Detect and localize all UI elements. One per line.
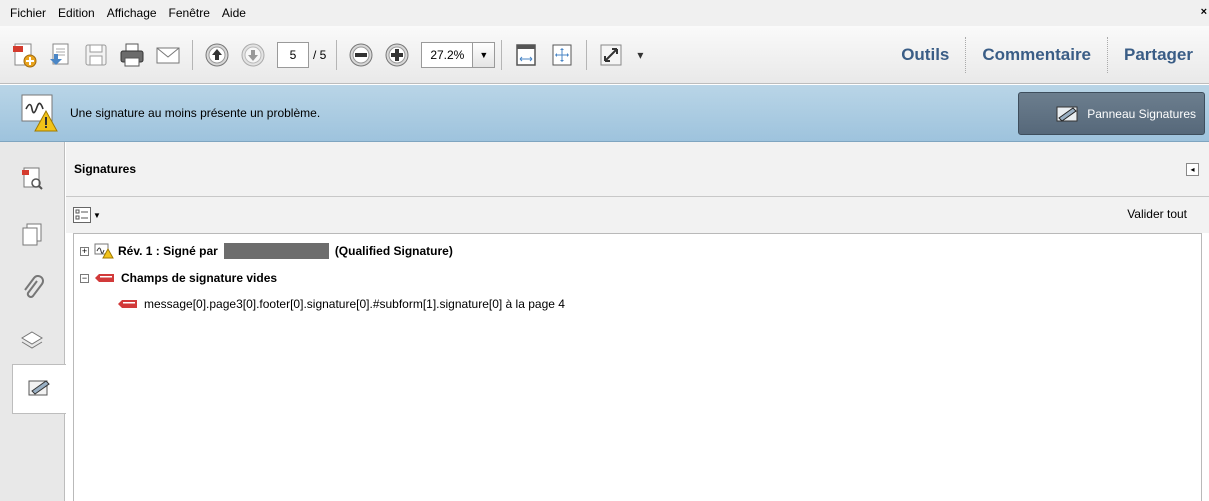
email-icon[interactable] <box>150 37 186 73</box>
toolbar: 5 / 5 27.2% ▼ ▾ Outils Commentaire Parta… <box>0 26 1209 84</box>
tab-commentaire[interactable]: Commentaire <box>966 37 1107 73</box>
zoom-value[interactable]: 27.2% <box>422 48 472 62</box>
menu-aide[interactable]: Aide <box>216 0 252 26</box>
zoom-select[interactable]: 27.2% ▼ <box>421 41 496 68</box>
signature-warning-icon <box>94 243 114 259</box>
signatures-panel-label: Panneau Signatures <box>1087 106 1196 121</box>
toolbar-separator <box>192 39 193 70</box>
next-page-icon[interactable] <box>235 37 271 73</box>
panel-options-bar: ▼ Valider tout <box>66 197 1209 233</box>
pages-icon[interactable] <box>10 212 54 256</box>
attachments-icon[interactable] <box>10 266 54 310</box>
menu-affichage[interactable]: Affichage <box>101 0 163 26</box>
infobar-message: Une signature au moins présente un probl… <box>70 106 321 120</box>
signatures-nav-item[interactable] <box>12 364 66 414</box>
print-icon[interactable] <box>114 37 150 73</box>
redacted-signer-name <box>223 243 329 259</box>
signatures-panel-button[interactable]: Panneau Signatures <box>1018 92 1205 135</box>
tree-row-field[interactable]: message[0].page3[0].footer[0].signature[… <box>117 295 565 313</box>
toolbar-more-icon[interactable]: ▾ <box>637 48 643 62</box>
expand-icon[interactable]: + <box>80 246 89 256</box>
save-icon[interactable] <box>78 37 114 73</box>
close-icon[interactable]: × <box>1201 6 1207 18</box>
right-tabs: Outils Commentaire Partager <box>885 26 1209 84</box>
signatures-panel-header: Signatures ◂ <box>66 142 1209 197</box>
panel-title: Signatures <box>74 162 137 176</box>
options-menu-button[interactable]: ▼ <box>73 207 101 223</box>
create-pdf-icon[interactable] <box>6 37 42 73</box>
menu-edition[interactable]: Edition <box>52 0 101 26</box>
signature-field-icon <box>95 274 114 282</box>
tab-partager[interactable]: Partager <box>1108 37 1209 73</box>
zoom-out-icon[interactable] <box>343 37 379 73</box>
full-screen-icon[interactable] <box>593 37 629 73</box>
export-icon[interactable] <box>42 37 78 73</box>
signature-field-icon <box>118 300 137 308</box>
toolbar-separator <box>586 39 588 70</box>
toolbar-separator <box>336 39 338 70</box>
tree-row-revision[interactable]: + Rév. 1 : Signé par (Qualified Signatur… <box>80 242 453 260</box>
fit-page-icon[interactable] <box>508 37 544 73</box>
options-list-icon <box>73 207 91 223</box>
zoom-in-icon[interactable] <box>379 37 415 73</box>
toolbar-separator <box>501 39 503 70</box>
menu-fichier[interactable]: Fichier <box>4 0 52 26</box>
chevron-down-icon[interactable]: ▼ <box>93 211 101 220</box>
revision-suffix: (Qualified Signature) <box>334 244 453 258</box>
signature-pen-icon <box>28 380 50 396</box>
page-number-input[interactable]: 5 <box>277 41 309 68</box>
page-total: / 5 <box>313 47 327 62</box>
tree-row-empty-fields[interactable]: − Champs de signature vides <box>80 269 277 287</box>
empty-fields-label: Champs de signature vides <box>121 271 278 285</box>
previous-page-icon[interactable] <box>199 37 235 73</box>
signature-warning-icon <box>20 93 60 133</box>
page-thumbnail-icon[interactable] <box>10 156 54 200</box>
tab-outils[interactable]: Outils <box>885 37 965 73</box>
signatures-tree: + Rév. 1 : Signé par (Qualified Signatur… <box>73 233 1202 501</box>
signature-pen-icon <box>1056 106 1078 122</box>
revision-label: Rév. 1 : Signé par <box>118 244 218 258</box>
signature-infobar: Une signature au moins présente un probl… <box>0 85 1209 142</box>
left-navigation <box>0 142 66 501</box>
menu-bar: Fichier Edition Affichage Fenêtre Aide × <box>0 0 1209 26</box>
layers-icon[interactable] <box>10 318 54 362</box>
fit-width-icon[interactable] <box>544 37 580 73</box>
menu-fenetre[interactable]: Fenêtre <box>163 0 216 26</box>
validate-all-button[interactable]: Valider tout <box>1127 207 1187 221</box>
collapse-panel-icon[interactable]: ◂ <box>1186 163 1199 176</box>
field-entry-label: message[0].page3[0].footer[0].signature[… <box>144 297 565 311</box>
chevron-down-icon[interactable]: ▼ <box>472 42 495 67</box>
collapse-icon[interactable]: − <box>80 273 89 283</box>
